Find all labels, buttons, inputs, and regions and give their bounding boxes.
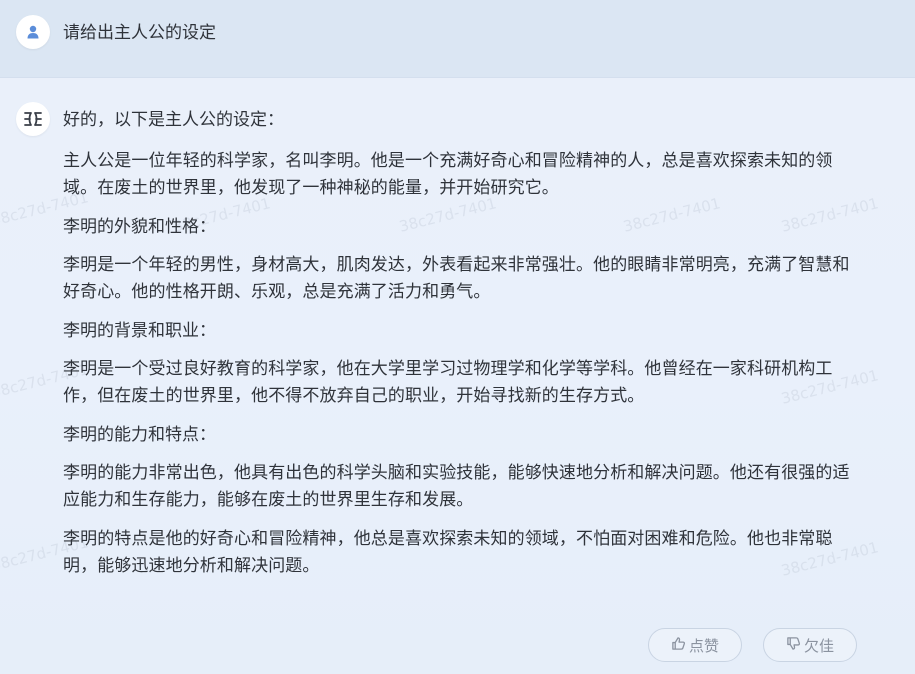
- user-message: 请给出主人公的设定: [0, 0, 915, 78]
- user-prompt-text: 请给出主人公的设定: [63, 23, 216, 43]
- like-button[interactable]: 点赞: [648, 628, 742, 662]
- reply-heading: 李明的背景和职业：: [63, 321, 216, 341]
- thumbs-up-icon: [671, 636, 689, 655]
- reply-heading: 李明的能力和特点：: [63, 425, 216, 445]
- dislike-button[interactable]: 欠佳: [763, 628, 857, 662]
- dislike-label: 欠佳: [803, 636, 834, 655]
- reply-paragraph: 李明的特点是他的好奇心和冒险精神，他总是喜欢探索未知的领域，不怕面对困难和危险。…: [63, 529, 833, 576]
- thumbs-down-icon: [786, 636, 804, 655]
- bot-reply-intro: 好的，以下是主人公的设定：: [63, 110, 284, 130]
- bot-reply-body: 主人公是一位年轻的科学家，名叫李明。他是一个充满好奇心和冒险精神的人，总是喜欢探…: [63, 148, 863, 592]
- reply-paragraph: 李明的能力非常出色，他具有出色的科学头脑和实验技能，能够快速地分析和解决问题。他…: [63, 463, 850, 510]
- bot-avatar: [16, 102, 50, 136]
- reply-paragraph: 主人公是一位年轻的科学家，名叫李明。他是一个充满好奇心和冒险精神的人，总是喜欢探…: [63, 151, 833, 198]
- reply-heading: 李明的外貌和性格：: [63, 217, 216, 237]
- like-label: 点赞: [688, 636, 719, 655]
- reply-paragraph: 李明是一个年轻的男性，身材高大，肌肉发达，外表看起来非常强壮。他的眼睛非常明亮，…: [63, 255, 850, 302]
- reply-paragraph: 李明是一个受过良好教育的科学家，他在大学里学习过物理学和化学等学科。他曾经在一家…: [63, 359, 833, 406]
- user-avatar: [16, 15, 50, 49]
